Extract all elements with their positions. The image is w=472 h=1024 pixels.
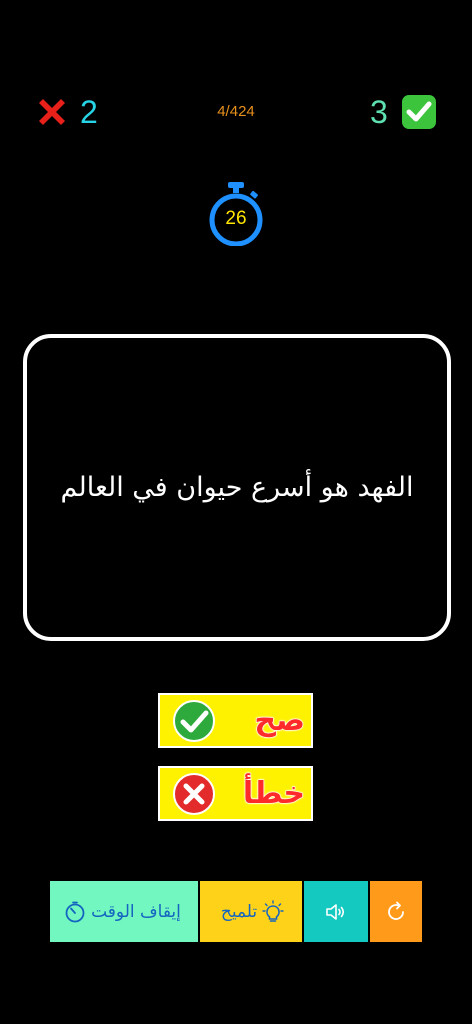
question-card: الفهد هو أسرع حيوان في العالم (23, 334, 451, 641)
green-checkmark-icon (402, 95, 436, 129)
lightbulb-icon (262, 899, 284, 922)
reload-icon (388, 901, 404, 920)
reload-button[interactable] (370, 881, 422, 942)
stop-timer-button[interactable]: إيقاف الوقت (50, 881, 198, 942)
wrong-answers-count: 2 (80, 94, 98, 130)
speaker-icon (326, 903, 345, 920)
timer-value: 26 (225, 208, 247, 229)
question-text: الفهد هو أسرع حيوان في العالم (60, 471, 414, 503)
hint-button[interactable]: تلميح (200, 881, 302, 942)
right-answers-count: 3 (370, 94, 388, 130)
false-answer-label: خطأ (242, 776, 305, 812)
hint-label: تلميح (220, 901, 258, 922)
x-circle-icon (173, 772, 215, 815)
true-answer-label: صح (254, 703, 306, 739)
stop-timer-label: إيقاف الوقت (91, 901, 181, 922)
true-answer-button[interactable]: صح (158, 693, 313, 748)
sound-button[interactable] (304, 881, 368, 942)
red-x-icon (39, 99, 65, 125)
check-circle-icon (173, 699, 215, 742)
false-answer-button[interactable]: خطأ (158, 766, 313, 821)
question-progress: 4/424 (217, 103, 255, 120)
timer-icon (65, 901, 85, 922)
